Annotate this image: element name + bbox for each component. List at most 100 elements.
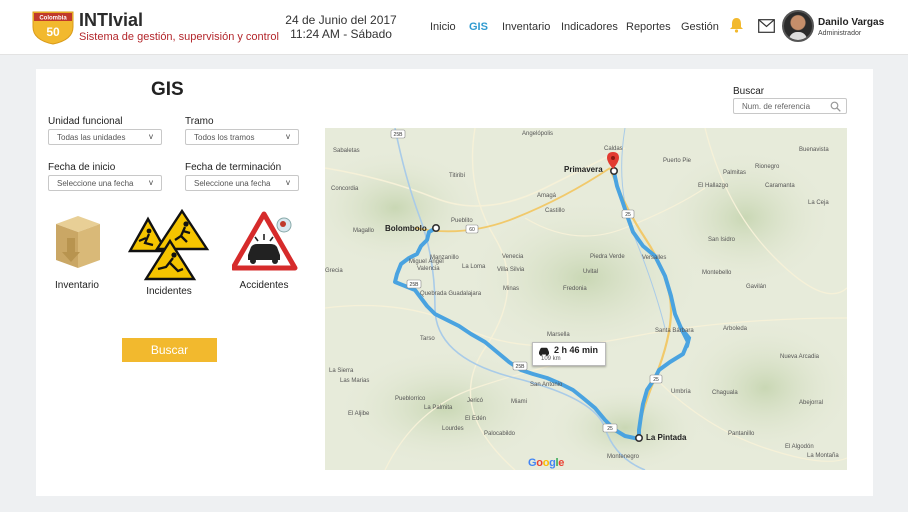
- map-place: Titiribí: [449, 173, 466, 179]
- road-shield: 25B: [410, 282, 420, 288]
- car-accident-icon[interactable]: [232, 211, 298, 271]
- map-place: Buenavista: [799, 147, 829, 153]
- search-icon[interactable]: [830, 101, 841, 112]
- map-place: Tarso: [420, 336, 435, 342]
- nav-inicio[interactable]: Inicio: [430, 21, 456, 33]
- incidentes-label[interactable]: Incidentes: [138, 286, 200, 297]
- map-place: El Aljibe: [348, 411, 370, 417]
- tramo-label: Tramo: [185, 116, 214, 127]
- map-place: Grecia: [325, 268, 343, 274]
- map-place: Santa Bárbara: [655, 328, 694, 334]
- map-place: Piedra Verde: [590, 254, 625, 260]
- mail-icon[interactable]: [758, 19, 775, 33]
- map-place: Versalles: [642, 255, 667, 261]
- nav-indicadores[interactable]: Indicadores: [561, 21, 618, 33]
- map-place: Quebrada Guadalajara: [420, 291, 482, 297]
- map-place: Villa Silvia: [497, 267, 525, 273]
- road-shield: 60: [469, 227, 475, 233]
- map-place: La Sierra: [329, 368, 354, 374]
- map-place: La Montaña: [807, 453, 839, 459]
- map-place: Caldas: [604, 146, 623, 152]
- accidentes-label[interactable]: Accidentes: [238, 280, 290, 291]
- map-place: Las Marias: [340, 378, 370, 384]
- destination-label: La Pintada: [646, 433, 687, 442]
- brand-name: INTIvial: [79, 10, 144, 30]
- unidad-label: Unidad funcional: [48, 116, 123, 127]
- nav-inventario[interactable]: Inventario: [502, 21, 550, 33]
- map-place: El Edén: [465, 416, 487, 422]
- tramo-select[interactable]: Todos los tramos v: [185, 129, 299, 145]
- road-shield: 25: [653, 377, 659, 383]
- fecha-inicio-placeholder: Seleccione una fecha: [57, 179, 134, 188]
- map-place: Pueblito: [451, 218, 473, 224]
- incident-warning-icon[interactable]: [128, 209, 212, 281]
- map-place: Minas: [503, 286, 520, 292]
- chevron-down-icon: v: [286, 132, 290, 141]
- unidad-select[interactable]: Todas las unidades v: [48, 129, 162, 145]
- road-shield: 25B: [394, 132, 404, 138]
- origin-label: Primavera: [564, 165, 603, 174]
- map-place: Miguel Ángel: [409, 259, 444, 265]
- current-date: 24 de Junio del 2017: [285, 13, 397, 27]
- map-place: El Algodón: [785, 444, 814, 450]
- google-logo: Google: [528, 457, 565, 469]
- map-place: Pantanillo: [728, 431, 755, 437]
- map-place: Palmitas: [723, 170, 747, 176]
- origin-marker: [609, 166, 618, 175]
- map-place: Angelópolis: [522, 131, 554, 137]
- chevron-down-icon: v: [149, 132, 153, 141]
- route-50-badge-icon: Colombia 50: [32, 11, 74, 45]
- map-place: Amagá: [537, 193, 557, 199]
- map-place: Caramanta: [765, 183, 795, 189]
- user-name[interactable]: Danilo Vargas: [818, 17, 884, 28]
- inventario-label[interactable]: Inventario: [52, 280, 102, 291]
- waypoint-label: Bolombolo: [385, 224, 427, 233]
- map-place: San Antonio: [530, 382, 563, 388]
- fecha-fin-placeholder: Seleccione una fecha: [194, 179, 271, 188]
- map-place: La Palmita: [424, 405, 453, 411]
- map-place: Venecia: [502, 254, 524, 260]
- map-place: Jericó: [467, 398, 484, 404]
- map-place: Montebello: [702, 270, 732, 276]
- map-place: Rionegro: [755, 164, 780, 170]
- buscar-button[interactable]: Buscar: [122, 338, 217, 362]
- tramo-value: Todos los tramos: [194, 133, 255, 142]
- nav-gis[interactable]: GIS: [469, 21, 488, 33]
- map-view[interactable]: 25B 60 25 25 25B 25B 25 Angelópolis Cald…: [325, 128, 847, 470]
- road-shield: 25B: [516, 364, 526, 370]
- map-place: Miami: [511, 399, 527, 405]
- road-shield: 25: [607, 426, 613, 432]
- map-place: Pueblorrico: [395, 396, 426, 402]
- map-place: La Loma: [462, 264, 486, 270]
- chevron-down-icon: v: [149, 178, 153, 187]
- map-place: Lourdes: [442, 426, 464, 432]
- chevron-down-icon: v: [286, 178, 290, 187]
- bell-icon[interactable]: [729, 17, 744, 33]
- unidad-value: Todas las unidades: [57, 133, 126, 142]
- nav-reportes[interactable]: Reportes: [626, 21, 671, 33]
- box-icon[interactable]: [52, 212, 104, 270]
- route-time: 2 h 46 min: [554, 345, 599, 355]
- map-place: La Ceja: [808, 200, 829, 206]
- car-icon: [539, 347, 549, 356]
- map-place: San Isidro: [708, 237, 736, 243]
- map-place: Castillo: [545, 208, 565, 214]
- map-place: Montenegro: [607, 454, 640, 460]
- map-place: Chaguala: [712, 390, 738, 396]
- map-place: Abejorral: [799, 400, 824, 406]
- map-place: Concordia: [331, 186, 359, 192]
- map-place: Puerto Pie: [663, 158, 692, 164]
- nav-gestion[interactable]: Gestión: [681, 21, 719, 33]
- fecha-fin-picker[interactable]: Seleccione una fecha v: [185, 175, 299, 191]
- map-canvas: 25B 60 25 25 25B 25B 25: [325, 128, 847, 470]
- top-header: Colombia 50 INTIvial Sistema de gestión,…: [0, 0, 908, 55]
- map-place: Gavilán: [746, 284, 767, 290]
- badge-number: 50: [46, 25, 60, 39]
- avatar[interactable]: [782, 10, 814, 42]
- fecha-inicio-picker[interactable]: Seleccione una fecha v: [48, 175, 162, 191]
- current-time: 11:24 AM - Sábado: [290, 27, 392, 41]
- badge-country: Colombia: [39, 16, 67, 22]
- map-place: Palocabildo: [484, 431, 516, 437]
- search-label: Buscar: [733, 86, 765, 97]
- map-place: Uvital: [583, 269, 599, 275]
